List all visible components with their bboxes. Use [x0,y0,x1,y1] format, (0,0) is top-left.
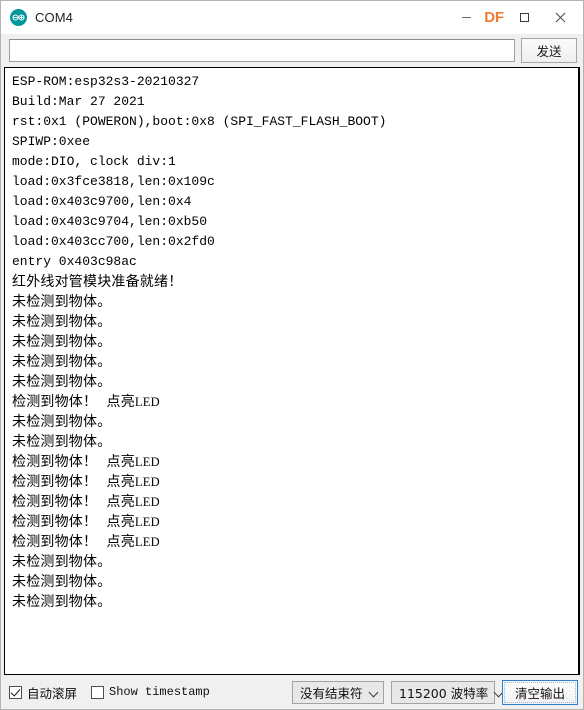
log-line: 检测到物体！ 点亮LED [12,534,160,550]
serial-monitor-window: COM4 DF 发送 ESP-ROM:esp32s3-20210327 Build… [0,0,584,710]
send-button[interactable]: 发送 [521,38,577,63]
window-controls: DF [455,1,583,34]
log-line: ESP-ROM:esp32s3-20210327 [12,74,200,89]
timestamp-checkbox-group[interactable]: Show timestamp [91,685,210,699]
log-line: 未检测到物体。 [12,434,112,450]
log-line: 检测到物体！ 点亮LED [12,474,160,490]
log-line: rst:0x1 (POWERON),boot:0x8 (SPI_FAST_FLA… [12,114,387,129]
timestamp-label: Show timestamp [109,685,210,699]
log-line: 未检测到物体。 [12,414,112,430]
autoscroll-checkbox-group[interactable]: 自动滚屏 [9,683,77,702]
log-line: SPIWP:0xee [12,134,91,149]
log-line: 未检测到物体。 [12,294,112,310]
log-line: 检测到物体！ 点亮LED [12,514,160,530]
log-line: 检测到物体！ 点亮LED [12,454,160,470]
log-line: mode:DIO, clock div:1 [12,154,176,169]
log-line: 未检测到物体。 [12,354,112,370]
log-line: 检测到物体！ 点亮LED [12,394,160,410]
maximize-button[interactable] [511,1,537,34]
baud-rate-value: 115200 波特率 [399,685,489,701]
log-line-tail: LED [134,455,160,469]
minimize-button[interactable] [455,1,477,34]
minimize-icon [461,17,471,18]
log-line: load:0x3fce3818,len:0x109c [12,174,215,189]
log-line: load:0x403c9700,len:0x4 [12,194,192,209]
serial-send-input[interactable] [9,39,515,62]
maximize-icon [519,13,529,22]
log-line: 检测到物体！ 点亮LED [12,494,160,510]
log-line: 未检测到物体。 [12,314,112,330]
chevron-down-icon [370,688,379,697]
df-brand-logo: DF [484,9,504,26]
log-line: 未检测到物体。 [12,374,112,390]
line-ending-select[interactable]: 没有结束符 [292,680,384,704]
log-line: entry 0x403c98ac [12,254,137,269]
log-line: Build:Mar 27 2021 [12,94,145,109]
close-icon [554,12,566,24]
line-ending-value: 没有结束符 [300,685,363,701]
log-line: 未检测到物体。 [12,574,112,590]
send-row: 发送 [1,34,583,67]
log-line-tail: LED [134,395,160,409]
log-line-tail: LED [134,515,160,529]
clear-output-label: 清空输出 [514,685,565,701]
clear-output-button[interactable]: 清空输出 [502,679,578,705]
title-bar-left: COM4 [10,9,73,26]
title-bar: COM4 DF [1,1,583,34]
send-button-label: 发送 [536,45,562,59]
log-line: 未检测到物体。 [12,594,112,610]
log-line: load:0x403cc700,len:0x2fd0 [12,234,215,249]
log-line: 红外线对管模块准备就绪！ [12,274,183,290]
window-title: COM4 [35,10,73,25]
baud-rate-select[interactable]: 115200 波特率 [391,680,495,704]
serial-output-log: ESP-ROM:esp32s3-20210327 Build:Mar 27 202… [5,68,578,674]
autoscroll-label: 自动滚屏 [27,685,78,701]
log-line: load:0x403c9704,len:0xb50 [12,214,208,229]
log-line: 未检测到物体。 [12,554,112,570]
log-line-tail: LED [134,535,160,549]
status-bar: 自动滚屏 Show timestamp 没有结束符 115200 波特率 清空输… [1,675,583,709]
arduino-logo-icon [10,9,27,26]
timestamp-checkbox[interactable] [91,685,105,699]
log-line: 未检测到物体。 [12,334,112,350]
log-line-tail: LED [134,475,160,489]
close-button[interactable] [537,1,583,34]
log-line-tail: LED [134,495,160,509]
serial-output-panel[interactable]: ESP-ROM:esp32s3-20210327 Build:Mar 27 202… [4,67,580,675]
autoscroll-checkbox[interactable] [9,685,22,699]
